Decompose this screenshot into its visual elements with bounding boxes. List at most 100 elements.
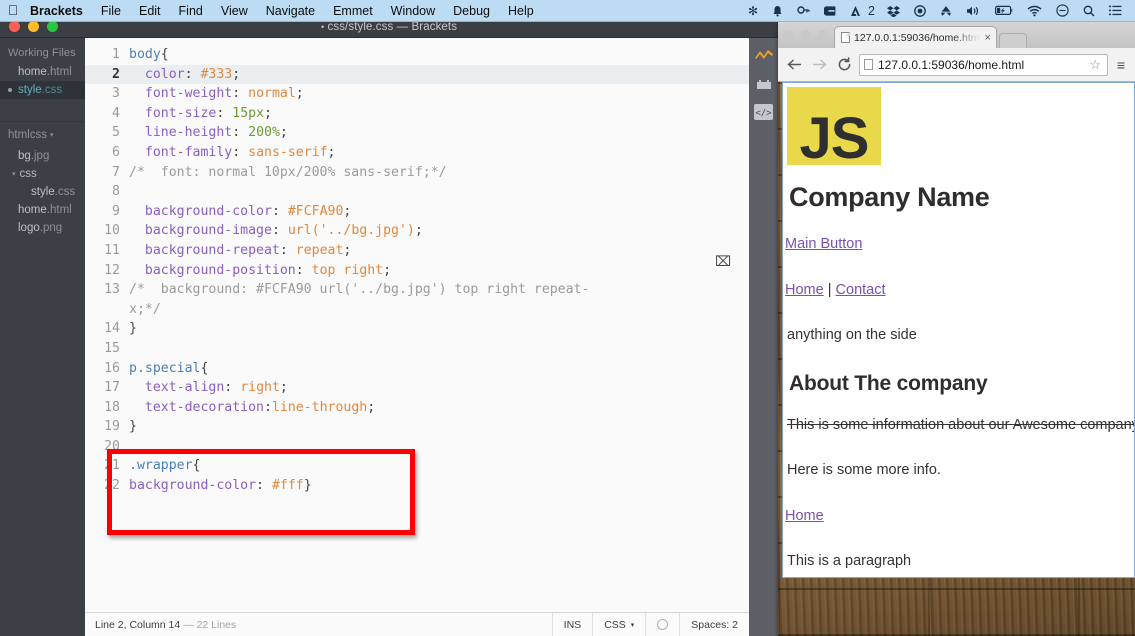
code-line[interactable]: 9 background-color: #FCFA90;: [85, 202, 749, 222]
code-line[interactable]: 18 text-decoration:line-through;: [85, 398, 749, 418]
code-text: p.special{: [129, 359, 749, 379]
bell-icon[interactable]: [765, 5, 790, 17]
record-icon[interactable]: [907, 4, 933, 17]
adobe-icon[interactable]: [843, 5, 868, 17]
tree-item-css-folder[interactable]: ▾ css: [0, 165, 85, 183]
tree-item-bg-jpg[interactable]: bg.jpg: [0, 147, 85, 165]
menu-item-navigate[interactable]: Navigate: [257, 0, 324, 22]
project-name-dropdown[interactable]: htmlcss ▾: [0, 122, 85, 147]
forward-button[interactable]: [809, 55, 829, 75]
menu-item-file[interactable]: File: [92, 0, 130, 22]
code-token: font-weight: [144, 86, 233, 102]
list-icon[interactable]: [1102, 5, 1129, 16]
chrome-minimize-button[interactable]: [801, 30, 811, 40]
code-line[interactable]: 21 .wrapper{: [85, 456, 749, 476]
menu-item-window[interactable]: Window: [382, 0, 444, 22]
code-text: }: [129, 417, 749, 437]
code-line[interactable]: 4 font-size: 15px;: [85, 104, 749, 124]
code-line[interactable]: 19}: [85, 417, 749, 437]
code-line[interactable]: 11 background-repeat: repeat;: [85, 241, 749, 261]
reload-button[interactable]: [834, 55, 854, 75]
code-line[interactable]: 5 line-height: 200%;: [85, 123, 749, 143]
code-line[interactable]: 1 body{: [85, 45, 749, 65]
tree-item-style-css[interactable]: style.css: [0, 183, 85, 201]
svg-text:</>: </>: [755, 108, 772, 118]
working-file-style-css[interactable]: style.css: [0, 81, 85, 99]
working-file-home-html[interactable]: home.html: [0, 63, 85, 81]
insert-mode-button[interactable]: INS: [551, 612, 593, 636]
wifi-icon[interactable]: [1020, 5, 1049, 17]
volume-icon[interactable]: [959, 5, 988, 17]
code-line[interactable]: 17 text-align: right;: [85, 378, 749, 398]
code-text: }: [129, 319, 749, 339]
chrome-maximize-button[interactable]: [818, 30, 828, 40]
address-bar[interactable]: 127.0.0.1:59036/home.html ☆: [859, 53, 1108, 76]
lint-status-button[interactable]: [645, 612, 679, 636]
home-link[interactable]: Home: [785, 508, 824, 524]
menu-item-view[interactable]: View: [212, 0, 257, 22]
sidebar-divider[interactable]: [0, 99, 85, 122]
menu-item-help[interactable]: Help: [499, 0, 543, 22]
live-preview-icon[interactable]: [753, 46, 774, 65]
close-tab-icon[interactable]: ×: [985, 32, 991, 44]
chevron-down-icon: ▾: [12, 170, 16, 178]
menu-item-emmet[interactable]: Emmet: [324, 0, 382, 22]
battery-icon[interactable]: [988, 5, 1020, 16]
tree-item-name: style: [31, 186, 55, 198]
code-line[interactable]: 20: [85, 437, 749, 457]
main-button-link[interactable]: Main Button: [785, 236, 862, 252]
dropbox-icon[interactable]: [880, 5, 907, 17]
code-line[interactable]: 3 font-weight: normal;: [85, 84, 749, 104]
code-inspection-icon[interactable]: </>: [753, 102, 774, 121]
browser-tab[interactable]: 127.0.0.1:59036/home.htm ×: [834, 26, 997, 48]
chrome-close-button[interactable]: [784, 30, 794, 40]
line-number: 4: [112, 105, 120, 121]
code-line[interactable]: 14}: [85, 319, 749, 339]
code-line[interactable]: 15: [85, 339, 749, 359]
code-line[interactable]: x;*/: [85, 300, 749, 320]
code-line[interactable]: 22 background-color: #fff}: [85, 476, 749, 496]
code-line[interactable]: 8: [85, 182, 749, 202]
code-token: :: [279, 242, 296, 258]
nav-link-contact[interactable]: Contact: [836, 282, 886, 298]
bookmark-star-icon[interactable]: ☆: [1089, 57, 1101, 73]
indent-setting-button[interactable]: Spaces: 2: [679, 612, 749, 636]
code-token: top right: [311, 262, 384, 278]
code-token: }: [303, 478, 312, 494]
evernote-icon[interactable]: [817, 5, 843, 17]
extension-manager-icon[interactable]: [753, 74, 774, 93]
code-line[interactable]: 13 /* background: #FCFA90 url('../bg.jpg'…: [85, 280, 749, 300]
back-button[interactable]: [784, 55, 804, 75]
menu-item-find[interactable]: Find: [170, 0, 212, 22]
code-token: :: [271, 223, 288, 239]
do-not-disturb-icon[interactable]: [1049, 4, 1076, 17]
bluetooth-sparkle-icon[interactable]: ✻: [741, 0, 765, 22]
chrome-menu-icon[interactable]: ≡: [1113, 57, 1129, 73]
apple-logo-icon[interactable]: : [0, 3, 26, 19]
line-number: 22: [104, 478, 120, 494]
code-line[interactable]: 10 background-image: url('../bg.jpg');: [85, 221, 749, 241]
menu-item-brackets[interactable]: Brackets: [26, 0, 92, 22]
code-line[interactable]: 6 font-family: sans-serif;: [85, 143, 749, 163]
key-icon[interactable]: [790, 5, 817, 17]
code-editor[interactable]: 1 body{2 color: #333; 3 font-weight: norma…: [85, 38, 749, 612]
language-selector[interactable]: CSS ▾: [592, 612, 645, 636]
cursor-position-status[interactable]: Line 2, Column 14 — 22 Lines: [85, 619, 552, 631]
tree-item-logo-png[interactable]: logo.png: [0, 219, 85, 237]
nav-link-home[interactable]: Home: [785, 282, 824, 298]
tree-item-home-html[interactable]: home.html: [0, 201, 85, 219]
code-line[interactable]: 2 color: #333;: [85, 64, 749, 85]
google-drive-icon[interactable]: [933, 5, 959, 17]
new-tab-button[interactable]: [998, 33, 1027, 48]
search-icon[interactable]: [1076, 5, 1102, 17]
menu-item-edit[interactable]: Edit: [130, 0, 170, 22]
code-line[interactable]: 7 /* font: normal 10px/200% sans-serif;*/: [85, 163, 749, 183]
code-token: background-repeat: [144, 242, 280, 258]
code-text: color: #333;: [129, 65, 749, 85]
code-line[interactable]: 16 p.special{: [85, 359, 749, 379]
code-line[interactable]: 12 background-position: top right;: [85, 261, 749, 281]
menu-item-debug[interactable]: Debug: [444, 0, 499, 22]
